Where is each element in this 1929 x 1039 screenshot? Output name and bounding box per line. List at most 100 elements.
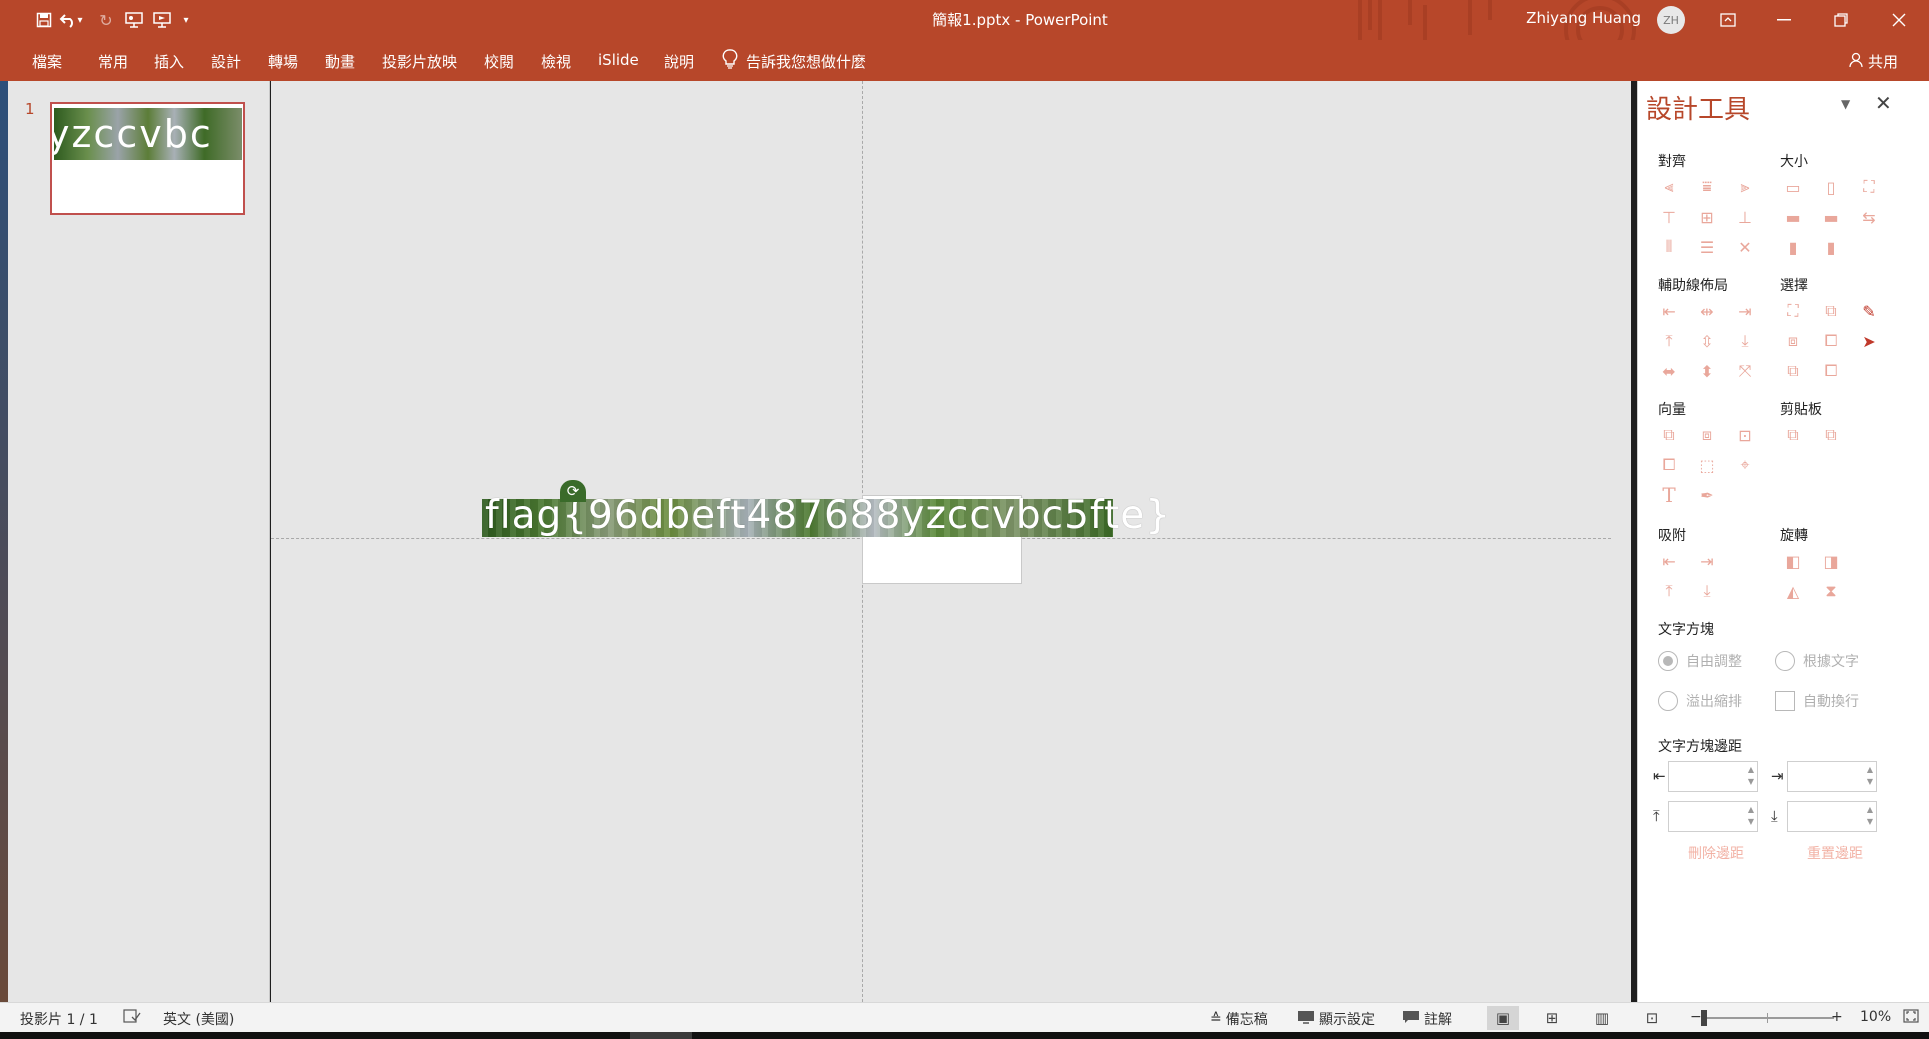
vector-union-icon[interactable]: ⧉ — [1657, 424, 1681, 446]
share-button[interactable]: 共用 — [1848, 51, 1898, 72]
align-left-icon[interactable]: ⫷ — [1657, 176, 1681, 198]
zoom-slider-thumb[interactable] — [1701, 1010, 1707, 1026]
zoom-level[interactable]: 10% — [1860, 1009, 1891, 1025]
zoom-out-icon[interactable]: − — [1690, 1009, 1702, 1025]
user-name[interactable]: Zhiyang Huang — [1526, 9, 1641, 27]
tab-design[interactable]: 設計 — [211, 51, 241, 72]
guide-bottom-icon[interactable]: ⤓ — [1733, 330, 1757, 352]
tab-islide[interactable]: iSlide — [598, 51, 639, 69]
rotate-handle-icon[interactable]: ⟳ — [560, 480, 586, 502]
guide-center-icon[interactable]: ⇹ — [1695, 300, 1719, 322]
free-adjust-radio[interactable]: 自由調整 — [1658, 651, 1742, 671]
reset-margin-button[interactable]: 重置邊距 — [1807, 843, 1863, 863]
slideshow-view-icon[interactable]: ⊡ — [1636, 1006, 1668, 1030]
distribute-grid-icon[interactable]: ✕ — [1733, 236, 1757, 258]
rotate-left-icon[interactable]: ◧ — [1781, 550, 1805, 572]
right-margin-input[interactable]: ▲ ▼ — [1787, 761, 1877, 792]
slide-sorter-view-icon[interactable]: ⊞ — [1536, 1006, 1568, 1030]
select-same-icon[interactable]: ⛶ — [1781, 300, 1805, 322]
guide-left-icon[interactable]: ⇤ — [1657, 300, 1681, 322]
tab-slide-show[interactable]: 投影片放映 — [382, 51, 457, 72]
tell-me-search[interactable]: 告訴我您想做什麼 — [722, 49, 866, 73]
guide-fill-width-icon[interactable]: ⬌ — [1657, 360, 1681, 382]
ribbon-display-options-icon[interactable] — [1705, 0, 1751, 40]
flip-vertical-icon[interactable]: ⧗ — [1819, 580, 1843, 602]
pen-tool-icon[interactable]: ✒ — [1695, 484, 1719, 506]
paste-format-icon[interactable]: ⧉ — [1819, 424, 1843, 446]
overflow-shrink-radio[interactable]: 溢出縮排 — [1658, 691, 1742, 711]
tab-view[interactable]: 檢視 — [541, 51, 571, 72]
accessibility-icon[interactable] — [123, 1009, 141, 1023]
close-icon[interactable] — [1876, 0, 1922, 40]
snap-top-icon[interactable]: ⤒ — [1657, 580, 1681, 602]
vector-fragment-icon[interactable]: ⊡ — [1733, 424, 1757, 446]
avatar[interactable]: ZH — [1657, 6, 1685, 34]
select-back-icon[interactable]: ⧠ — [1819, 360, 1843, 382]
snap-bottom-icon[interactable]: ⤓ — [1695, 580, 1719, 602]
language-indicator[interactable]: 英文 (美國) — [163, 1009, 234, 1029]
guide-fill-height-icon[interactable]: ⬍ — [1695, 360, 1719, 382]
distribute-horizontal-icon[interactable]: ⫴ — [1657, 236, 1681, 258]
tab-animations[interactable]: 動畫 — [325, 51, 355, 72]
select-front-icon[interactable]: ⧉ — [1781, 360, 1805, 382]
align-bottom-icon[interactable]: ⊥ — [1733, 206, 1757, 228]
guide-middle-icon[interactable]: ⇳ — [1695, 330, 1719, 352]
customize-qat-icon[interactable]: ▾ — [172, 6, 200, 34]
notes-button[interactable]: ≙ 備忘稿 — [1210, 1009, 1268, 1029]
redo-icon[interactable]: ↻ — [92, 6, 120, 34]
display-settings-button[interactable]: 顯示設定 — [1297, 1009, 1375, 1029]
bottom-margin-input[interactable]: ▲ ▼ — [1787, 801, 1877, 832]
pane-close-icon[interactable]: ✕ — [1875, 91, 1892, 115]
guide-top-icon[interactable]: ⤒ — [1657, 330, 1681, 352]
fit-to-text-radio[interactable]: 根據文字 — [1775, 651, 1859, 671]
vector-intersect-icon[interactable]: ⧠ — [1657, 454, 1681, 476]
copy-format-icon[interactable]: ⧉ — [1781, 424, 1805, 446]
align-top-icon[interactable]: ⊤ — [1657, 206, 1681, 228]
tab-home[interactable]: 常用 — [98, 51, 128, 72]
snap-right-icon[interactable]: ⇥ — [1695, 550, 1719, 572]
slide-edit-area[interactable]: flag{96dbeft487688yzccvbc5fte} ⟳ — [271, 81, 1631, 1002]
minimize-icon[interactable] — [1761, 0, 1807, 40]
same-height-icon[interactable]: ▯ — [1819, 176, 1843, 198]
remove-margin-button[interactable]: 刪除邊距 — [1688, 843, 1744, 863]
vector-combine-icon[interactable]: ⧈ — [1695, 424, 1719, 446]
zoom-slider[interactable] — [1706, 1017, 1834, 1019]
zoom-in-icon[interactable]: + — [1831, 1009, 1843, 1025]
flag-text-box[interactable]: flag{96dbeft487688yzccvbc5fte} — [485, 493, 1171, 538]
present-from-start-icon[interactable] — [120, 6, 148, 34]
guide-fill-all-icon[interactable]: ⤧ — [1733, 360, 1757, 382]
width-stretch-icon[interactable]: ▬ — [1781, 206, 1805, 228]
same-width-icon[interactable]: ▭ — [1781, 176, 1805, 198]
select-overlap-icon[interactable]: ⧠ — [1819, 330, 1843, 352]
fit-height-icon[interactable]: ▮ — [1819, 236, 1843, 258]
align-center-icon[interactable]: ⩸ — [1695, 176, 1719, 198]
magic-select-icon[interactable]: ✎ — [1857, 300, 1881, 322]
guide-right-icon[interactable]: ⇥ — [1733, 300, 1757, 322]
swap-size-icon[interactable]: ⇆ — [1857, 206, 1881, 228]
align-right-icon[interactable]: ⫸ — [1733, 176, 1757, 198]
tab-insert[interactable]: 插入 — [154, 51, 184, 72]
taskbar-active-app[interactable] — [630, 1032, 692, 1039]
select-group-icon[interactable]: ⧈ — [1781, 330, 1805, 352]
height-stretch-icon[interactable]: ▬ — [1819, 206, 1843, 228]
same-size-icon[interactable]: ⛶ — [1857, 176, 1881, 198]
select-similar-icon[interactable]: ⧉ — [1819, 300, 1843, 322]
snap-left-icon[interactable]: ⇤ — [1657, 550, 1681, 572]
top-margin-input[interactable]: ▲ ▼ — [1668, 801, 1758, 832]
fit-width-icon[interactable]: ▮ — [1781, 236, 1805, 258]
text-to-shape-icon[interactable]: T — [1657, 483, 1681, 507]
pane-options-icon[interactable]: ▼ — [1841, 97, 1850, 111]
undo-dropdown-icon[interactable]: ▾ — [72, 6, 88, 34]
tab-review[interactable]: 校閱 — [484, 51, 514, 72]
flip-horizontal-icon[interactable]: ◭ — [1781, 580, 1805, 602]
slide-thumbnail[interactable]: yzccvbc — [50, 102, 245, 215]
left-margin-input[interactable]: ▲ ▼ — [1668, 761, 1758, 792]
restore-icon[interactable] — [1818, 0, 1864, 40]
tab-transitions[interactable]: 轉場 — [268, 51, 298, 72]
cursor-select-icon[interactable]: ➤ — [1857, 330, 1881, 352]
align-middle-icon[interactable]: ⊞ — [1695, 206, 1719, 228]
rotate-right-icon[interactable]: ◨ — [1819, 550, 1843, 572]
tab-file[interactable]: 檔案 — [32, 51, 62, 72]
comments-button[interactable]: 註解 — [1402, 1009, 1452, 1029]
vector-subtract-icon[interactable]: ⬚ — [1695, 454, 1719, 476]
